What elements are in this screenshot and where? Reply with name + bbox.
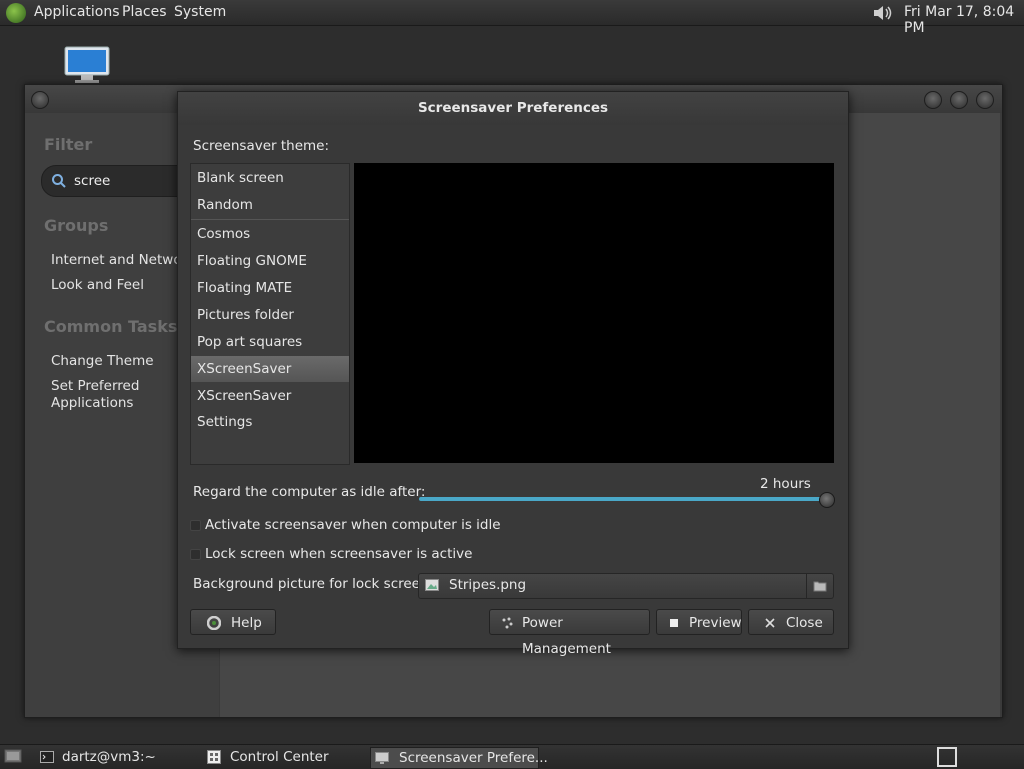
maximize-button[interactable] bbox=[950, 91, 968, 109]
preview-button-label: Preview bbox=[689, 615, 742, 631]
dialog-title[interactable]: Screensaver Preferences bbox=[178, 92, 848, 125]
background-file-name: Stripes.png bbox=[449, 577, 527, 593]
mate-logo-icon[interactable] bbox=[6, 3, 26, 23]
top-panel: Applications Places System Fri Mar 17, 8… bbox=[0, 0, 1024, 36]
groups-heading: Groups bbox=[44, 216, 109, 235]
filter-heading: Filter bbox=[44, 135, 93, 154]
background-picture-label: Background picture for lock screen: bbox=[193, 576, 434, 592]
clock[interactable]: Fri Mar 17, 8:04 PM bbox=[904, 4, 1024, 36]
task-screensaver-preferences[interactable]: Screensaver Prefere... bbox=[370, 747, 548, 769]
theme-item-xscreensaver-settings[interactable]: XScreenSaver Settings bbox=[191, 383, 349, 430]
idle-slider-handle[interactable] bbox=[819, 492, 835, 508]
power-management-button[interactable]: Power Management bbox=[489, 609, 650, 657]
search-value: scree bbox=[74, 173, 111, 189]
idle-slider[interactable] bbox=[419, 497, 827, 501]
screensaver-preferences-dialog: Screensaver Preferences Screensaver them… bbox=[177, 91, 849, 657]
bottom-panel: dartz@vm3:~ Control Center Screensaver P… bbox=[0, 744, 1024, 769]
menu-system[interactable]: System bbox=[174, 4, 226, 20]
screensaver-icon bbox=[375, 752, 389, 764]
terminal-icon bbox=[40, 751, 54, 763]
background-file-chooser[interactable]: Stripes.png bbox=[418, 573, 834, 599]
menu-applications[interactable]: Applications bbox=[34, 4, 120, 20]
task-screensaver-label: Screensaver Prefere... bbox=[399, 750, 548, 766]
help-icon bbox=[207, 616, 221, 630]
close-button-label: Close bbox=[786, 615, 823, 631]
task-control-center-label: Control Center bbox=[230, 749, 329, 765]
task-set-preferred-applications[interactable]: Set Preferred Applications bbox=[51, 378, 191, 412]
power-management-label: Power Management bbox=[522, 615, 611, 657]
activate-checkbox[interactable] bbox=[190, 520, 201, 531]
minimize-button[interactable] bbox=[924, 91, 942, 109]
menu-places[interactable]: Places bbox=[122, 4, 167, 20]
theme-item-floating-gnome[interactable]: Floating GNOME bbox=[191, 248, 349, 274]
power-icon bbox=[502, 617, 513, 629]
folder-icon bbox=[813, 581, 827, 592]
close-icon bbox=[765, 618, 775, 628]
control-center-icon bbox=[207, 750, 221, 764]
theme-list[interactable]: Blank screen Random Cosmos Floating GNOM… bbox=[190, 163, 350, 465]
volume-icon[interactable] bbox=[872, 3, 894, 23]
task-control-center[interactable]: Control Center bbox=[203, 747, 363, 767]
theme-separator bbox=[191, 219, 349, 220]
help-button-label: Help bbox=[231, 615, 262, 631]
theme-item-random[interactable]: Random bbox=[191, 192, 349, 218]
task-change-theme[interactable]: Change Theme bbox=[51, 353, 154, 370]
stop-preview-icon bbox=[670, 619, 678, 627]
theme-item-pop-art-squares[interactable]: Pop art squares bbox=[191, 329, 349, 355]
window-close-button[interactable] bbox=[976, 91, 994, 109]
search-icon bbox=[52, 174, 66, 188]
theme-item-pictures-folder[interactable]: Pictures folder bbox=[191, 302, 349, 328]
folder-open-button[interactable] bbox=[806, 574, 833, 598]
common-tasks-heading: Common Tasks bbox=[44, 317, 178, 336]
theme-label: Screensaver theme: bbox=[193, 138, 330, 154]
theme-item-blank-screen[interactable]: Blank screen bbox=[191, 165, 349, 191]
theme-item-cosmos[interactable]: Cosmos bbox=[191, 221, 349, 247]
activate-label[interactable]: Activate screensaver when computer is id… bbox=[205, 517, 501, 533]
preview-button[interactable]: Preview bbox=[656, 609, 742, 635]
screensaver-preview bbox=[354, 163, 834, 463]
computer-desktop-icon[interactable] bbox=[63, 46, 111, 84]
idle-label: Regard the computer as idle after: bbox=[193, 484, 426, 500]
theme-item-floating-mate[interactable]: Floating MATE bbox=[191, 275, 349, 301]
workspace-switcher-icon[interactable] bbox=[937, 747, 957, 767]
idle-value: 2 hours bbox=[760, 476, 811, 492]
lock-checkbox[interactable] bbox=[190, 549, 201, 560]
help-button[interactable]: Help bbox=[190, 609, 276, 635]
show-desktop-icon[interactable] bbox=[4, 748, 22, 766]
lock-label[interactable]: Lock screen when screensaver is active bbox=[205, 546, 472, 562]
task-terminal-label: dartz@vm3:~ bbox=[62, 749, 156, 765]
window-menu-button[interactable] bbox=[31, 91, 49, 109]
image-file-icon bbox=[425, 579, 439, 591]
task-terminal[interactable]: dartz@vm3:~ bbox=[36, 747, 196, 767]
close-button[interactable]: Close bbox=[748, 609, 834, 635]
theme-item-xscreensaver[interactable]: XScreenSaver bbox=[191, 356, 349, 382]
group-look-and-feel[interactable]: Look and Feel bbox=[51, 277, 144, 294]
